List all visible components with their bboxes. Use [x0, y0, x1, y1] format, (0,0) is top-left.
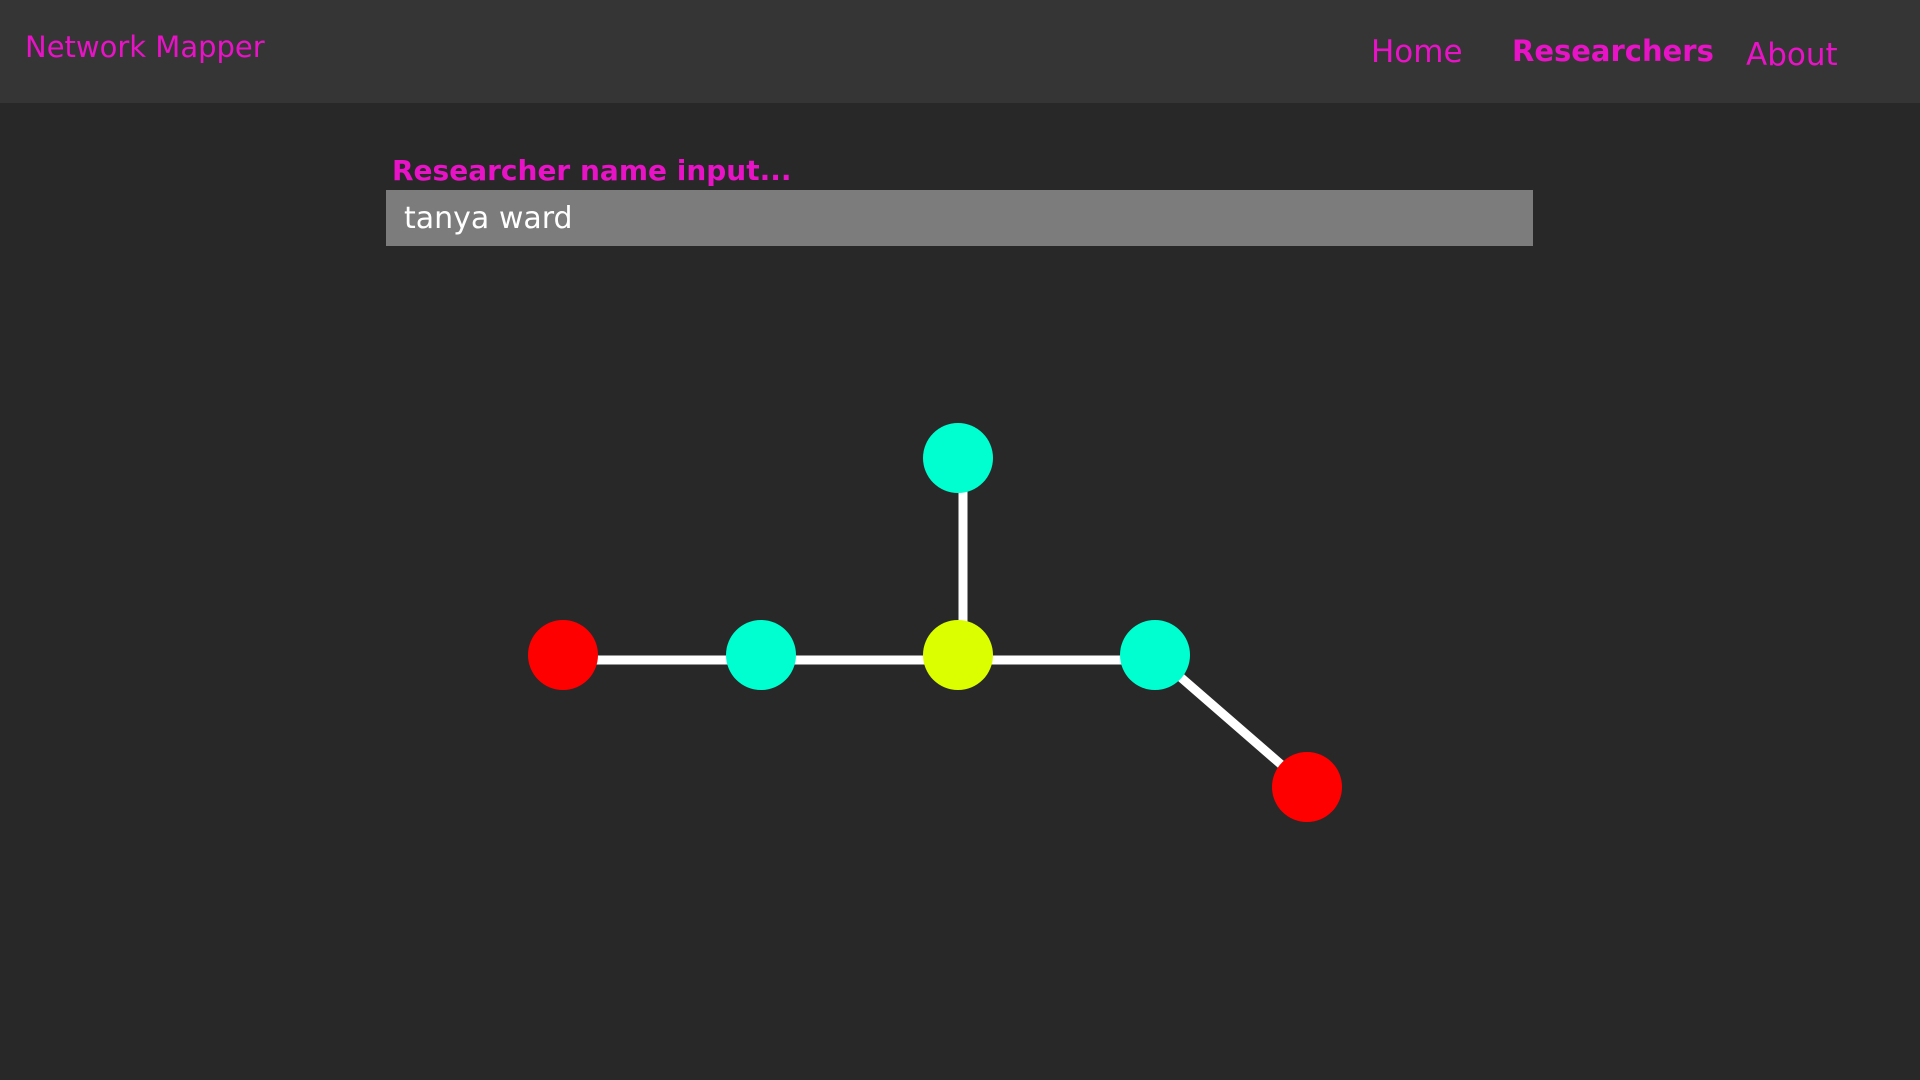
graph-node-center[interactable] [923, 620, 993, 690]
graph-node-outer[interactable] [528, 620, 598, 690]
graph-node-direct[interactable] [1120, 620, 1190, 690]
graph-edges [563, 458, 1310, 791]
graph-nodes [528, 423, 1342, 822]
researcher-network-graph [528, 423, 1342, 822]
graph-node-direct[interactable] [726, 620, 796, 690]
graph-node-outer[interactable] [1272, 752, 1342, 822]
graph-node-direct[interactable] [923, 423, 993, 493]
